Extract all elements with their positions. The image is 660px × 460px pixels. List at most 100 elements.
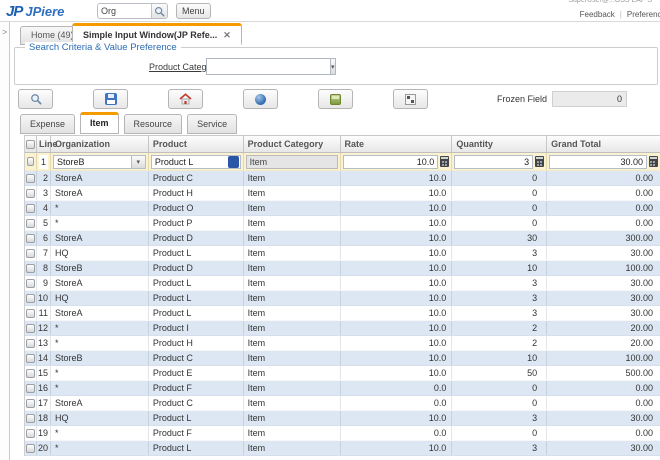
line-number-cell: 12 [37,321,51,335]
row-checkbox[interactable] [26,429,35,438]
grand-total-input[interactable] [550,157,646,167]
row-checkbox[interactable] [26,399,35,408]
product-search-field [151,155,241,169]
row-checkbox[interactable] [26,249,35,258]
save-button[interactable] [93,89,128,109]
line-number-cell: 20 [37,441,51,455]
table-row[interactable]: 6StoreAProduct DItem10.030300.00 [25,231,660,246]
table-row[interactable]: 13*Product HItem10.0220.00 [25,336,660,351]
grand-total-cell: 0.00 [547,396,660,410]
sidebar-expand-icon[interactable]: > [2,27,7,37]
column-quantity[interactable]: Quantity [452,136,547,152]
calculator-icon[interactable] [535,156,544,167]
product-category-input[interactable] [206,58,330,75]
process-button[interactable] [243,89,278,109]
line-number-cell: 11 [37,306,51,320]
search-go-button[interactable] [151,4,167,18]
calculator-icon[interactable] [649,156,658,167]
row-checkbox[interactable] [26,339,35,348]
table-row[interactable]: 3StoreAProduct HItem10.000.00 [25,186,660,201]
row-checkbox[interactable] [26,204,35,213]
organization-input[interactable] [54,157,131,167]
product-input[interactable] [152,157,227,167]
home-button[interactable] [168,89,203,109]
search-button[interactable] [18,89,53,109]
tab-item[interactable]: Item [80,112,119,134]
feedback-link[interactable]: Feedback [580,10,615,19]
table-row[interactable]: 10HQProduct LItem10.0330.00 [25,291,660,306]
preference-link[interactable]: Preference [627,10,660,19]
search-input[interactable] [98,4,151,18]
table-row[interactable]: 5*Product PItem10.000.00 [25,216,660,231]
line-number-cell: 8 [37,261,51,275]
row-checkbox[interactable] [27,157,34,166]
row-checkbox[interactable] [26,414,35,423]
row-checkbox[interactable] [26,369,35,378]
app-logo[interactable]: JP JPiere [6,2,64,20]
row-checkbox[interactable] [26,264,35,273]
table-row[interactable]: 19*Product FItem0.000.00 [25,426,660,441]
product-category-cell: Item [244,216,341,230]
line-number-cell: 14 [37,351,51,365]
grand-total-cell: 300.00 [547,231,660,245]
row-checkbox[interactable] [26,324,35,333]
table-row[interactable]: 14StoreBProduct CItem10.010100.00 [25,351,660,366]
table-row[interactable]: 2StoreAProduct CItem10.000.00 [25,171,660,186]
close-tab-icon[interactable]: ✕ [223,26,231,44]
table-row[interactable]: 12*Product IItem10.0220.00 [25,321,660,336]
row-checkbox[interactable] [26,279,35,288]
table-row[interactable]: 11StoreAProduct LItem10.0330.00 [25,306,660,321]
row-checkbox[interactable] [26,309,35,318]
table-row-selected[interactable]: 1 ▾ Item [25,153,660,171]
menu-button[interactable]: Menu [176,3,211,19]
row-checkbox[interactable] [26,444,35,453]
rate-cell: 0.0 [341,381,453,395]
tab-service[interactable]: Service [187,114,237,134]
column-grand-total[interactable]: Grand Total [547,136,660,152]
row-checkbox[interactable] [26,294,35,303]
column-line[interactable]: Line [37,136,51,152]
rate-cell: 10.0 [341,216,453,230]
top-links: Feedback|Preference [580,10,660,19]
column-organization[interactable]: Organization [51,136,149,152]
select-all-checkbox[interactable] [26,140,35,149]
product-lookup-icon[interactable] [228,156,239,168]
row-checkbox[interactable] [26,174,35,183]
calculator-icon[interactable] [440,156,449,167]
table-row[interactable]: 9StoreAProduct LItem10.0330.00 [25,276,660,291]
column-product-category[interactable]: Product Category [244,136,341,152]
tab-expense[interactable]: Expense [20,114,75,134]
chevron-down-icon[interactable]: ▾ [131,156,145,168]
expand-record-button[interactable] [393,89,428,109]
organization-cell: ▾ [51,153,149,170]
delete-button[interactable] [318,89,353,109]
table-row[interactable]: 20*Product LItem10.0330.00 [25,441,660,456]
data-grid: Line Organization Product Product Catego… [24,135,660,456]
row-checkbox[interactable] [26,189,35,198]
table-row[interactable]: 15*Product EItem10.050500.00 [25,366,660,381]
grand-total-cell: 20.00 [547,336,660,350]
product-category-cell: Item [244,246,341,260]
table-row[interactable]: 16*Product FItem0.000.00 [25,381,660,396]
quantity-input[interactable] [455,157,532,167]
column-product[interactable]: Product [149,136,244,152]
product-category-cell: Item [244,426,341,440]
table-row[interactable]: 18HQProduct LItem10.0330.00 [25,411,660,426]
row-checkbox[interactable] [26,234,35,243]
table-row[interactable]: 7HQProduct LItem10.0330.00 [25,246,660,261]
chevron-down-icon[interactable]: ▾ [330,58,336,75]
table-row[interactable]: 4*Product OItem10.000.00 [25,201,660,216]
column-rate[interactable]: Rate [341,136,453,152]
table-row[interactable]: 8StoreBProduct DItem10.010100.00 [25,261,660,276]
row-checkbox[interactable] [26,354,35,363]
frozen-field-value[interactable]: 0 [552,91,627,107]
tab-resource[interactable]: Resource [124,114,183,134]
row-checkbox[interactable] [26,219,35,228]
product-category-cell: Item [244,276,341,290]
rate-input[interactable] [344,157,438,167]
product-category-cell: Item [244,201,341,215]
line-number-cell: 17 [37,396,51,410]
table-row[interactable]: 17StoreAProduct CItem0.000.00 [25,396,660,411]
product-cell: Product L [149,291,244,305]
row-checkbox[interactable] [26,384,35,393]
